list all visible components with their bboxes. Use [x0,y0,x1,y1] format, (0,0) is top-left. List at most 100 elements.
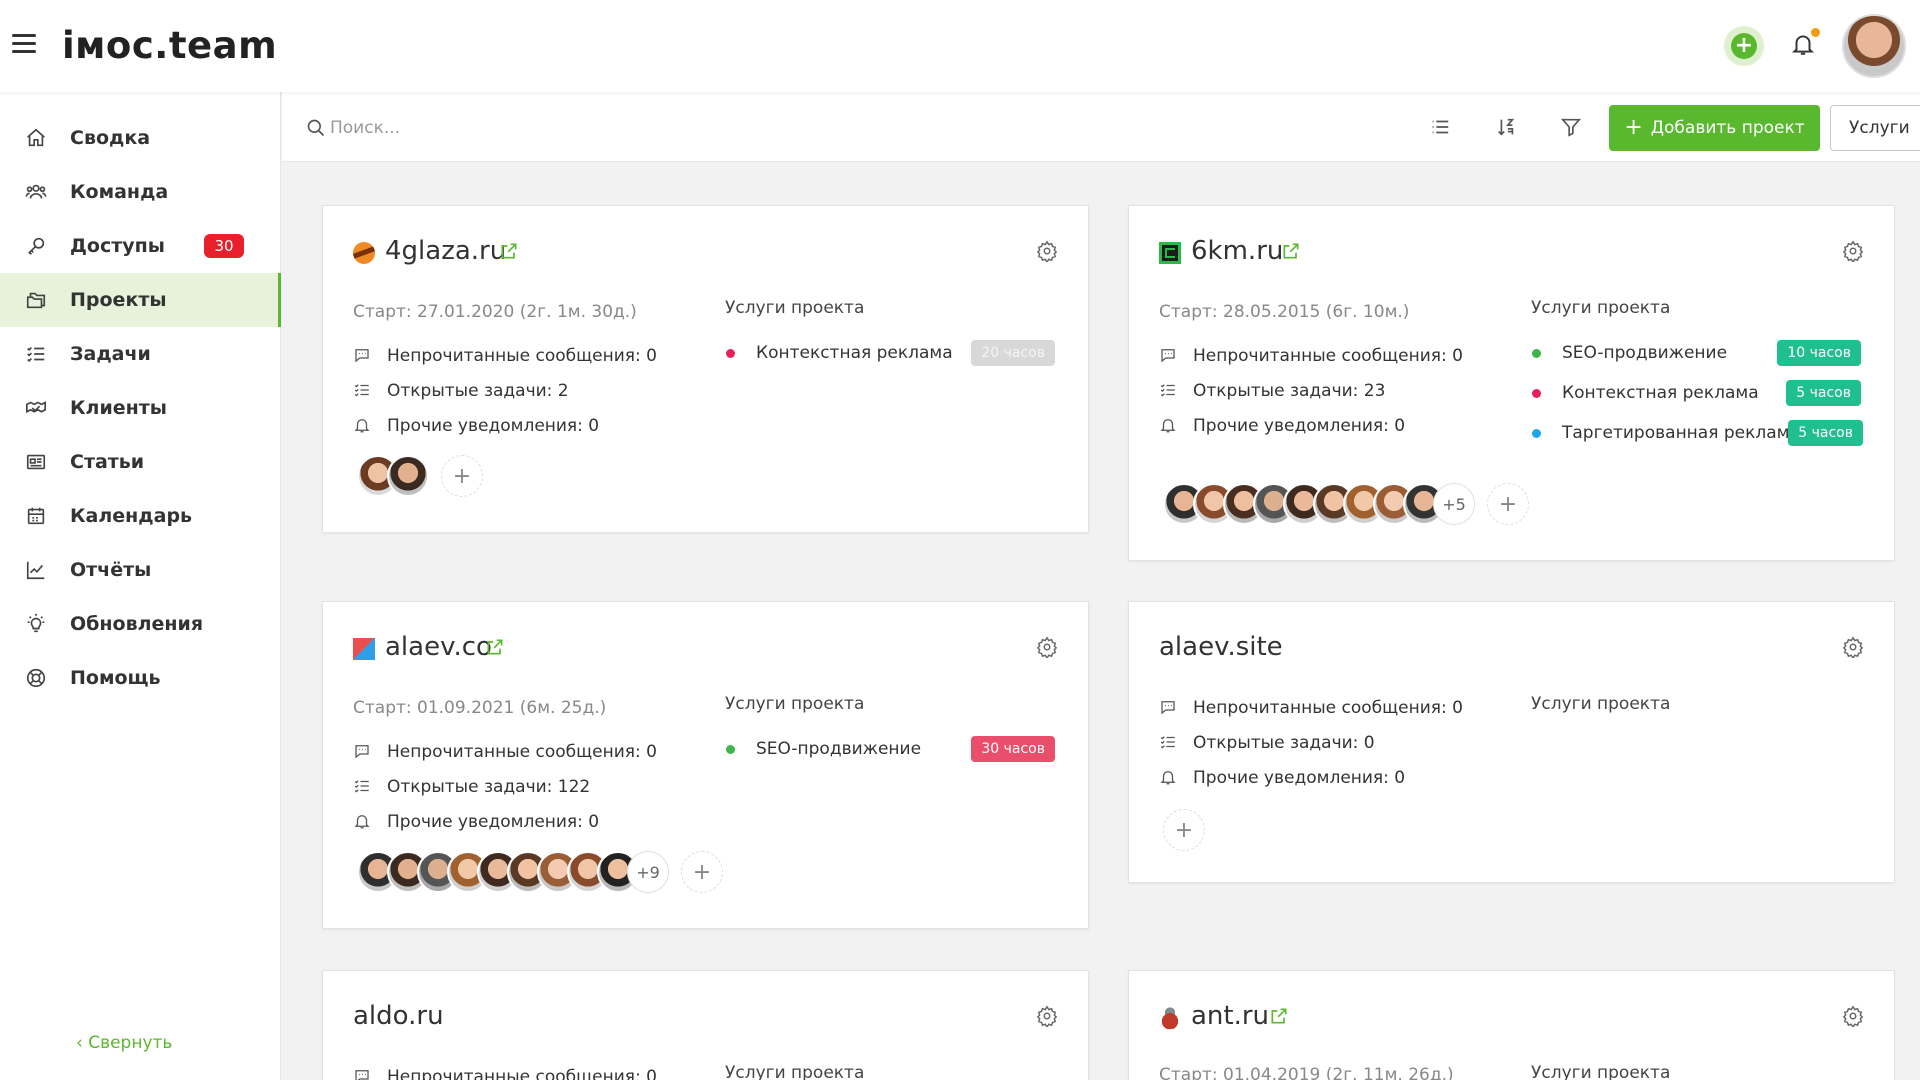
project-card[interactable]: 4glaza.ru Старт: 27.01.2020 (2г. 1м. 30д… [322,205,1089,533]
service-dot [726,744,735,754]
sidebar-item-calendar[interactable]: Календарь [0,489,281,543]
project-start-date: Старт: 27.01.2020 (2г. 1м. 30д.) [353,302,637,322]
unread-messages-stat: Непрочитанные сообщения: 0 [353,1065,657,1080]
calendar-icon [24,504,48,528]
sidebar-item-tasks[interactable]: Задачи [0,327,281,381]
quick-add-button[interactable]: + [1724,26,1764,66]
list-view-icon[interactable] [1429,116,1453,140]
add-member-button[interactable]: + [681,851,723,893]
bell-icon [1159,416,1179,436]
hours-badge: 5 часов [1788,420,1863,446]
sidebar-item-label: Доступы [70,235,165,257]
service-row: SEO-продвижение 10 часов [1531,338,1861,368]
chat-bubble-icon [1159,698,1179,718]
handshake-icon [24,396,48,420]
settings-gear-icon[interactable] [1842,240,1864,264]
notifications-bell-icon[interactable] [1790,28,1820,62]
menu-icon[interactable] [12,34,36,54]
bell-icon [353,812,373,832]
external-link-icon[interactable] [1281,241,1301,261]
chat-bubble-icon [1159,346,1179,366]
folders-icon [24,288,48,312]
project-title[interactable]: alaev.co [385,632,492,662]
sidebar-item-label: Календарь [70,505,193,527]
stat-label: Непрочитанные сообщения: 0 [387,1067,657,1080]
collapse-sidebar-link[interactable]: ‹ Свернуть [76,1033,172,1053]
access-count-badge: 30 [204,234,244,258]
add-member-button[interactable]: + [441,455,483,497]
open-tasks-stat: Открытые задачи: 122 [353,775,590,799]
hours-badge: 5 часов [1786,380,1861,406]
project-card[interactable]: 6km.ru Старт: 28.05.2015 (6г. 10м.) Непр… [1128,205,1895,561]
team-avatars: + [1139,809,1205,851]
search-input[interactable] [330,112,830,144]
project-title[interactable]: 4glaza.ru [385,236,506,266]
project-title[interactable]: alaev.site [1159,632,1283,662]
settings-gear-icon[interactable] [1036,1005,1058,1029]
add-project-button[interactable]: + Добавить проект [1609,105,1820,151]
project-logo-icon [1159,242,1181,264]
services-button[interactable]: Услуги [1830,105,1920,151]
external-link-icon[interactable] [499,241,519,261]
stat-label: Открытые задачи: 0 [1193,733,1375,753]
stat-label: Прочие уведомления: 0 [1193,768,1406,788]
sidebar-item-clients[interactable]: Клиенты [0,381,281,435]
sidebar-item-label: Отчёты [70,559,152,581]
service-dot [1532,348,1541,358]
sidebar-item-reports[interactable]: Отчёты [0,543,281,597]
external-link-icon[interactable] [485,637,505,657]
stat-label: Открытые задачи: 2 [387,381,569,401]
sidebar-item-help[interactable]: Помощь [0,651,281,705]
settings-gear-icon[interactable] [1842,1005,1864,1029]
service-row: Контекстная реклама 20 часов [725,338,1055,368]
project-logo-icon [353,242,375,264]
filter-icon[interactable] [1560,116,1584,140]
stat-label: Прочие уведомления: 0 [387,416,600,436]
services-label: Услуги [1849,118,1910,138]
other-notifications-stat: Прочие уведомления: 0 [353,414,599,438]
project-card[interactable]: aldo.ru Непрочитанные сообщения: 0 Услуг… [322,970,1089,1080]
project-card[interactable]: alaev.site Непрочитанные сообщения: 0 От… [1128,601,1895,883]
more-members-count[interactable]: +9 [627,851,669,893]
sidebar-item-label: Сводка [70,127,151,149]
project-title[interactable]: 6km.ru [1191,236,1283,266]
services-heading: Услуги проекта [1531,1063,1671,1080]
service-dot [1532,388,1541,398]
avatar[interactable] [387,455,429,497]
sidebar-item-team[interactable]: Команда [0,165,281,219]
project-card[interactable]: alaev.co Старт: 01.09.2021 (6м. 25д.) Не… [322,601,1089,929]
team-icon [24,180,48,204]
bell-icon [1159,768,1179,788]
sidebar-item-projects[interactable]: Проекты [0,273,281,327]
more-members-count[interactable]: +5 [1433,483,1475,525]
service-name: Контекстная реклама [756,343,953,363]
project-start-date: Старт: 01.04.2019 (2г. 11м. 26д.) [1159,1065,1454,1080]
user-avatar[interactable] [1842,14,1906,78]
add-member-button[interactable]: + [1487,483,1529,525]
service-name: Таргетированная реклама [1562,423,1800,443]
sidebar-item-updates[interactable]: Обновления [0,597,281,651]
settings-gear-icon[interactable] [1842,636,1864,660]
sort-icon[interactable] [1495,116,1519,140]
unread-messages-stat: Непрочитанные сообщения: 0 [353,740,657,764]
project-title[interactable]: ant.ru [1191,1001,1269,1031]
external-link-icon[interactable] [1269,1006,1289,1026]
sidebar-item-summary[interactable]: Сводка [0,111,281,165]
project-title[interactable]: aldo.ru [353,1001,444,1031]
stat-label: Прочие уведомления: 0 [387,812,600,832]
sidebar-item-access[interactable]: Доступы 30 [0,219,281,273]
stat-label: Непрочитанные сообщения: 0 [387,742,657,762]
app-logo[interactable]: iмoc.team [62,24,277,67]
service-row: Контекстная реклама 5 часов [1531,378,1861,408]
settings-gear-icon[interactable] [1036,240,1058,264]
tasks-list-icon [353,381,373,401]
stat-label: Непрочитанные сообщения: 0 [1193,346,1463,366]
sidebar-item-articles[interactable]: Статьи [0,435,281,489]
tasks-list-icon [353,777,373,797]
lightbulb-icon [24,612,48,636]
settings-gear-icon[interactable] [1036,636,1058,660]
add-member-button[interactable]: + [1163,809,1205,851]
chat-bubble-icon [353,1067,373,1080]
team-avatars: +9 + [357,851,723,893]
project-card[interactable]: ant.ru Старт: 01.04.2019 (2г. 11м. 26д.)… [1128,970,1895,1080]
